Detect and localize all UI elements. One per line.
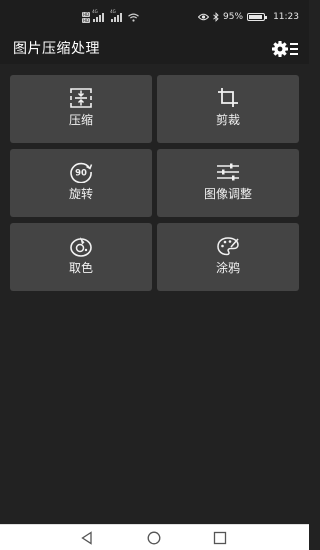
sim1-badge: HD: [82, 11, 91, 17]
rotate-90-icon: 90: [70, 162, 93, 183]
tools-grid: 压缩 剪裁 90 旋转 图像调整 取色 涂鸦: [10, 75, 299, 291]
clock: 11:23: [273, 12, 299, 22]
app-bar: 图片压缩处理: [0, 34, 309, 64]
color-pick-label: 取色: [68, 261, 93, 275]
sim-badges: HD HD: [82, 11, 91, 23]
wifi-icon: [128, 13, 139, 22]
palette-icon: [217, 237, 239, 256]
crop-icon: [218, 88, 238, 107]
back-triangle-icon[interactable]: [80, 531, 94, 545]
compress-icon: [70, 88, 92, 108]
navigation-bar: [0, 524, 309, 550]
crop-tile[interactable]: 剪裁: [157, 75, 299, 143]
color-pick-tile[interactable]: 取色: [10, 223, 152, 291]
compress-label: 压缩: [68, 113, 93, 127]
battery-fill: [249, 15, 263, 19]
sim2-badge: HD: [82, 17, 91, 23]
status-bar: HD HD 4G 4G 95% 11:23: [0, 0, 309, 34]
status-left-group: HD HD 4G 4G: [82, 9, 139, 24]
image-adjust-tile[interactable]: 图像调整: [157, 149, 299, 217]
network1-label: 4G: [92, 9, 98, 14]
eye-icon: [198, 13, 210, 21]
crop-label: 剪裁: [215, 113, 240, 127]
rotate-label: 旋转: [68, 187, 93, 201]
settings-menu-button[interactable]: [271, 38, 299, 60]
compress-tile[interactable]: 压缩: [10, 75, 152, 143]
battery-icon: [247, 13, 268, 21]
image-adjust-label: 图像调整: [203, 187, 252, 201]
doodle-label: 涂鸦: [215, 261, 240, 275]
doodle-tile[interactable]: 涂鸦: [157, 223, 299, 291]
page-title: 图片压缩处理: [13, 41, 100, 57]
svg-text:90: 90: [75, 169, 87, 179]
signal-icon: 4G: [110, 9, 123, 22]
rotate-tile[interactable]: 90 旋转: [10, 149, 152, 217]
settings-menu-icon: [272, 41, 298, 57]
color-picker-icon: [70, 237, 92, 257]
recents-square-icon[interactable]: [213, 531, 227, 545]
sliders-icon: [217, 163, 239, 181]
bluetooth-icon: [213, 12, 219, 22]
signal-icon: 4G: [92, 9, 105, 22]
home-circle-icon[interactable]: [147, 531, 161, 545]
battery-percent: 95%: [223, 12, 244, 22]
network2-label: 4G: [110, 9, 116, 14]
status-right-group: 95% 11:23: [198, 10, 299, 24]
